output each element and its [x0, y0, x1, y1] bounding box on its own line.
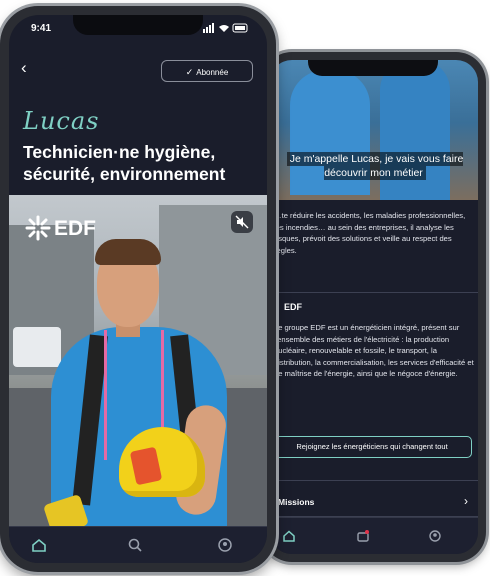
profile-name: Lucas: [23, 107, 100, 135]
edf-logo-text: EDF: [54, 217, 96, 240]
photo-van: [13, 327, 61, 367]
detail-screen: Je m'appelle Lucas, je vais vous faire d…: [270, 60, 478, 554]
notch: [73, 15, 203, 35]
job-description: …te réduire les accidents, les maladies …: [274, 211, 466, 255]
secondary-phone: Je m'appelle Lucas, je vais vous faire d…: [262, 52, 486, 562]
notch: [308, 60, 438, 76]
divider: [270, 292, 478, 293]
status-icons: [203, 23, 248, 33]
search-icon[interactable]: [127, 537, 143, 553]
check-icon: ✓: [185, 67, 194, 77]
home-icon[interactable]: [31, 537, 47, 553]
job-title: Technicien·ne hygiène, sécurité, environ…: [23, 142, 226, 184]
missions-row-label[interactable]: Missions: [278, 497, 314, 507]
video-subtitle: Je m'appelle Lucas, je vais vous faire d…: [280, 152, 470, 180]
photo-person-hair: [95, 239, 161, 265]
back-arrow-icon[interactable]: ‹: [21, 59, 27, 76]
follow-button[interactable]: ✓ Abonnée: [161, 60, 253, 82]
divider: [270, 480, 478, 481]
profile-icon[interactable]: [428, 529, 442, 543]
main-phone: 9:41 ‹ ✓ Abonnée Lucas Technicien·ne hygi…: [0, 6, 276, 572]
profile-icon[interactable]: [217, 537, 233, 553]
chevron-right-icon[interactable]: ›: [464, 494, 468, 508]
join-button[interactable]: Rejoignez les énergéticiens qui changent…: [272, 436, 472, 458]
hero-video[interactable]: [9, 195, 267, 528]
tab-bar: [9, 526, 267, 563]
follow-button-label: Abonnée: [196, 68, 229, 77]
tab-bar: [270, 517, 478, 554]
profile-screen: 9:41 ‹ ✓ Abonnée Lucas Technicien·ne hygi…: [9, 15, 267, 563]
briefcase-icon[interactable]: [356, 529, 370, 543]
video-subtitle-text: Je m'appelle Lucas, je vais vous faire d…: [286, 152, 464, 180]
company-title: EDF: [284, 302, 302, 312]
company-description: Le groupe EDF est un énergéticien intégr…: [274, 323, 474, 378]
muted-speaker-icon[interactable]: [231, 211, 253, 233]
edf-logo: EDF: [25, 215, 96, 241]
edf-burst-icon: [25, 215, 51, 241]
home-icon[interactable]: [282, 529, 296, 543]
status-time: 9:41: [31, 23, 52, 34]
